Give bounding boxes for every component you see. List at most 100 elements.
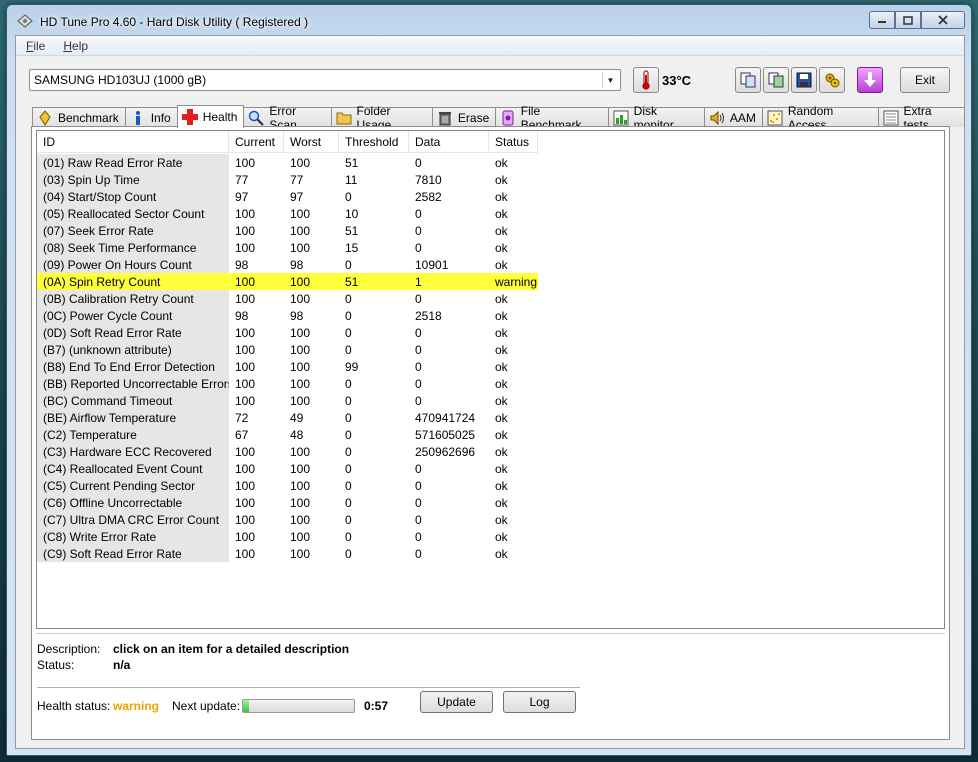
table-row[interactable]: (0A) Spin Retry Count 100 100 51 1 warning bbox=[37, 273, 538, 290]
menu-help[interactable]: Help bbox=[63, 39, 88, 53]
cell-worst: 100 bbox=[290, 530, 311, 544]
cell-threshold: 0 bbox=[345, 513, 352, 527]
table-row[interactable]: (BB) Reported Uncorrectable Errors 100 100… bbox=[37, 375, 538, 392]
table-row[interactable]: (03) Spin Up Time 77 77 11 7810 ok bbox=[37, 171, 538, 188]
download-icon bbox=[864, 72, 876, 87]
close-button[interactable] bbox=[921, 11, 965, 29]
cell-data: 0 bbox=[415, 496, 422, 510]
table-row[interactable]: (0B) Calibration Retry Count 100 100 0 0 ok bbox=[37, 290, 538, 307]
column-header-threshold[interactable]: Threshold bbox=[339, 131, 409, 153]
drive-select-value: SAMSUNG HD103UJ (1000 gB) bbox=[34, 73, 207, 87]
maximize-button[interactable] bbox=[895, 11, 921, 29]
cell-status: ok bbox=[495, 496, 508, 510]
table-row[interactable]: (C5) Current Pending Sector 100 100 0 0 ok bbox=[37, 477, 538, 494]
column-header-current[interactable]: Current bbox=[229, 131, 284, 153]
next-update-label: Next update: bbox=[172, 699, 241, 713]
cell-threshold: 0 bbox=[345, 547, 352, 561]
window-title: HD Tune Pro 4.60 - Hard Disk Utility ( R… bbox=[40, 15, 309, 29]
tab-folder-usage[interactable]: Folder Usage bbox=[330, 104, 433, 132]
app-icon bbox=[17, 14, 33, 28]
description-value: click on an item for a detailed descript… bbox=[113, 642, 350, 656]
table-row[interactable]: (C4) Reallocated Event Count 100 100 0 0 ok bbox=[37, 460, 538, 477]
table-row[interactable]: (01) Raw Read Error Rate 100 100 51 0 ok bbox=[37, 154, 538, 171]
copy-screenshot-button[interactable] bbox=[763, 67, 789, 93]
minimize-button[interactable] bbox=[869, 11, 895, 29]
cell-current: 100 bbox=[235, 530, 256, 544]
download-button[interactable] bbox=[857, 67, 883, 93]
log-button[interactable]: Log bbox=[503, 691, 576, 713]
update-button[interactable]: Update bbox=[420, 691, 493, 713]
save-button[interactable] bbox=[791, 67, 817, 93]
cell-threshold: 10 bbox=[345, 207, 359, 221]
cell-id: (B8) End To End Error Detection bbox=[37, 358, 229, 375]
temperature-readout: 33°C bbox=[662, 73, 692, 88]
table-row[interactable]: (C7) Ultra DMA CRC Error Count 100 100 0 0 ok bbox=[37, 511, 538, 528]
cell-worst: 100 bbox=[284, 273, 339, 290]
table-row[interactable]: (B8) End To End Error Detection 100 100 99 0… bbox=[37, 358, 538, 375]
menu-file[interactable]: File bbox=[26, 39, 45, 53]
cell-threshold: 0 bbox=[345, 428, 352, 442]
column-header-worst[interactable]: Worst bbox=[284, 131, 339, 153]
tab-health[interactable]: Health bbox=[176, 105, 245, 128]
cell-id: (B7) (unknown attribute) bbox=[37, 341, 229, 358]
smart-table[interactable]: ID Current Worst Threshold Data Status (… bbox=[36, 130, 945, 629]
table-row[interactable]: (C8) Write Error Rate 100 100 0 0 ok bbox=[37, 528, 538, 545]
cell-threshold: 51 bbox=[345, 224, 359, 238]
table-row[interactable]: (05) Reallocated Sector Count 100 100 10 0 ok bbox=[37, 205, 538, 222]
tab-benchmark[interactable]: Benchmark bbox=[32, 107, 126, 127]
cell-data: 0 bbox=[415, 207, 422, 221]
cell-id: (C2) Temperature bbox=[37, 426, 229, 443]
title-bar[interactable]: HD Tune Pro 4.60 - Hard Disk Utility ( R… bbox=[7, 5, 971, 35]
column-header-data[interactable]: Data bbox=[409, 131, 489, 153]
cell-current: 100 bbox=[235, 394, 256, 408]
options-button[interactable] bbox=[819, 67, 845, 93]
table-row[interactable]: (07) Seek Error Rate 100 100 51 0 ok bbox=[37, 222, 538, 239]
table-row[interactable]: (0D) Soft Read Error Rate 100 100 0 0 ok bbox=[37, 324, 538, 341]
column-header-status[interactable]: Status bbox=[489, 131, 538, 153]
cell-data: 10901 bbox=[415, 258, 449, 272]
cell-current: 100 bbox=[235, 156, 256, 170]
cell-current: 100 bbox=[235, 207, 256, 221]
table-row[interactable]: (08) Seek Time Performance 100 100 15 0 ok bbox=[37, 239, 538, 256]
cell-worst: 100 bbox=[290, 479, 311, 493]
cell-threshold: 0 bbox=[345, 326, 352, 340]
tab-extra-tests[interactable]: Extra tests bbox=[877, 104, 965, 132]
cell-id: (08) Seek Time Performance bbox=[37, 239, 229, 256]
table-row[interactable]: (0C) Power Cycle Count 98 98 0 2518 ok bbox=[37, 307, 538, 324]
tab-disk-monitor[interactable]: Disk monitor bbox=[607, 104, 705, 132]
tab-error-scan[interactable]: Error Scan bbox=[243, 104, 332, 132]
magnifier-icon bbox=[248, 110, 265, 126]
tab-aam[interactable]: AAM bbox=[703, 107, 763, 127]
table-row[interactable]: (04) Start/Stop Count 97 97 0 2582 ok bbox=[37, 188, 538, 205]
tab-random-access[interactable]: Random Access bbox=[761, 104, 879, 132]
table-row[interactable]: (BE) Airflow Temperature 72 49 0 470941724 ok bbox=[37, 409, 538, 426]
drive-select[interactable]: SAMSUNG HD103UJ (1000 gB) ▼ bbox=[29, 69, 621, 91]
exit-button[interactable]: Exit bbox=[900, 67, 950, 93]
app-window: HD Tune Pro 4.60 - Hard Disk Utility ( R… bbox=[6, 4, 972, 756]
table-row[interactable]: (09) Power On Hours Count 98 98 0 10901 ok bbox=[37, 256, 538, 273]
table-row[interactable]: (BC) Command Timeout 100 100 0 0 ok bbox=[37, 392, 538, 409]
cell-data: 0 bbox=[415, 377, 422, 391]
column-header-id[interactable]: ID bbox=[37, 131, 229, 153]
table-row[interactable]: (C3) Hardware ECC Recovered 100 100 0 250962… bbox=[37, 443, 538, 460]
cell-id: (05) Reallocated Sector Count bbox=[37, 205, 229, 222]
cell-status: ok bbox=[495, 411, 508, 425]
cell-threshold: 15 bbox=[345, 241, 359, 255]
cell-data: 571605025 bbox=[415, 428, 476, 442]
cell-current: 100 bbox=[235, 292, 256, 306]
table-row[interactable]: (C2) Temperature 67 48 0 571605025 ok bbox=[37, 426, 538, 443]
client-area: File Help SAMSUNG HD103UJ (1000 gB) ▼ 33… bbox=[15, 35, 965, 749]
save-icon bbox=[796, 72, 812, 88]
cell-worst: 100 bbox=[290, 394, 311, 408]
chevron-down-icon[interactable]: ▼ bbox=[602, 72, 618, 88]
tab-erase[interactable]: Erase bbox=[431, 107, 497, 127]
copy-text-button[interactable] bbox=[735, 67, 761, 93]
table-row[interactable]: (C9) Soft Read Error Rate 100 100 0 0 ok bbox=[37, 545, 538, 562]
table-row[interactable]: (B7) (unknown attribute) 100 100 0 0 ok bbox=[37, 341, 538, 358]
temperature-button[interactable] bbox=[633, 67, 659, 93]
tab-info[interactable]: Info bbox=[124, 107, 178, 127]
cell-current: 100 bbox=[235, 224, 256, 238]
tab-file-benchmark[interactable]: File Benchmark bbox=[495, 104, 609, 132]
cell-worst: 100 bbox=[290, 462, 311, 476]
table-row[interactable]: (C6) Offline Uncorrectable 100 100 0 0 ok bbox=[37, 494, 538, 511]
